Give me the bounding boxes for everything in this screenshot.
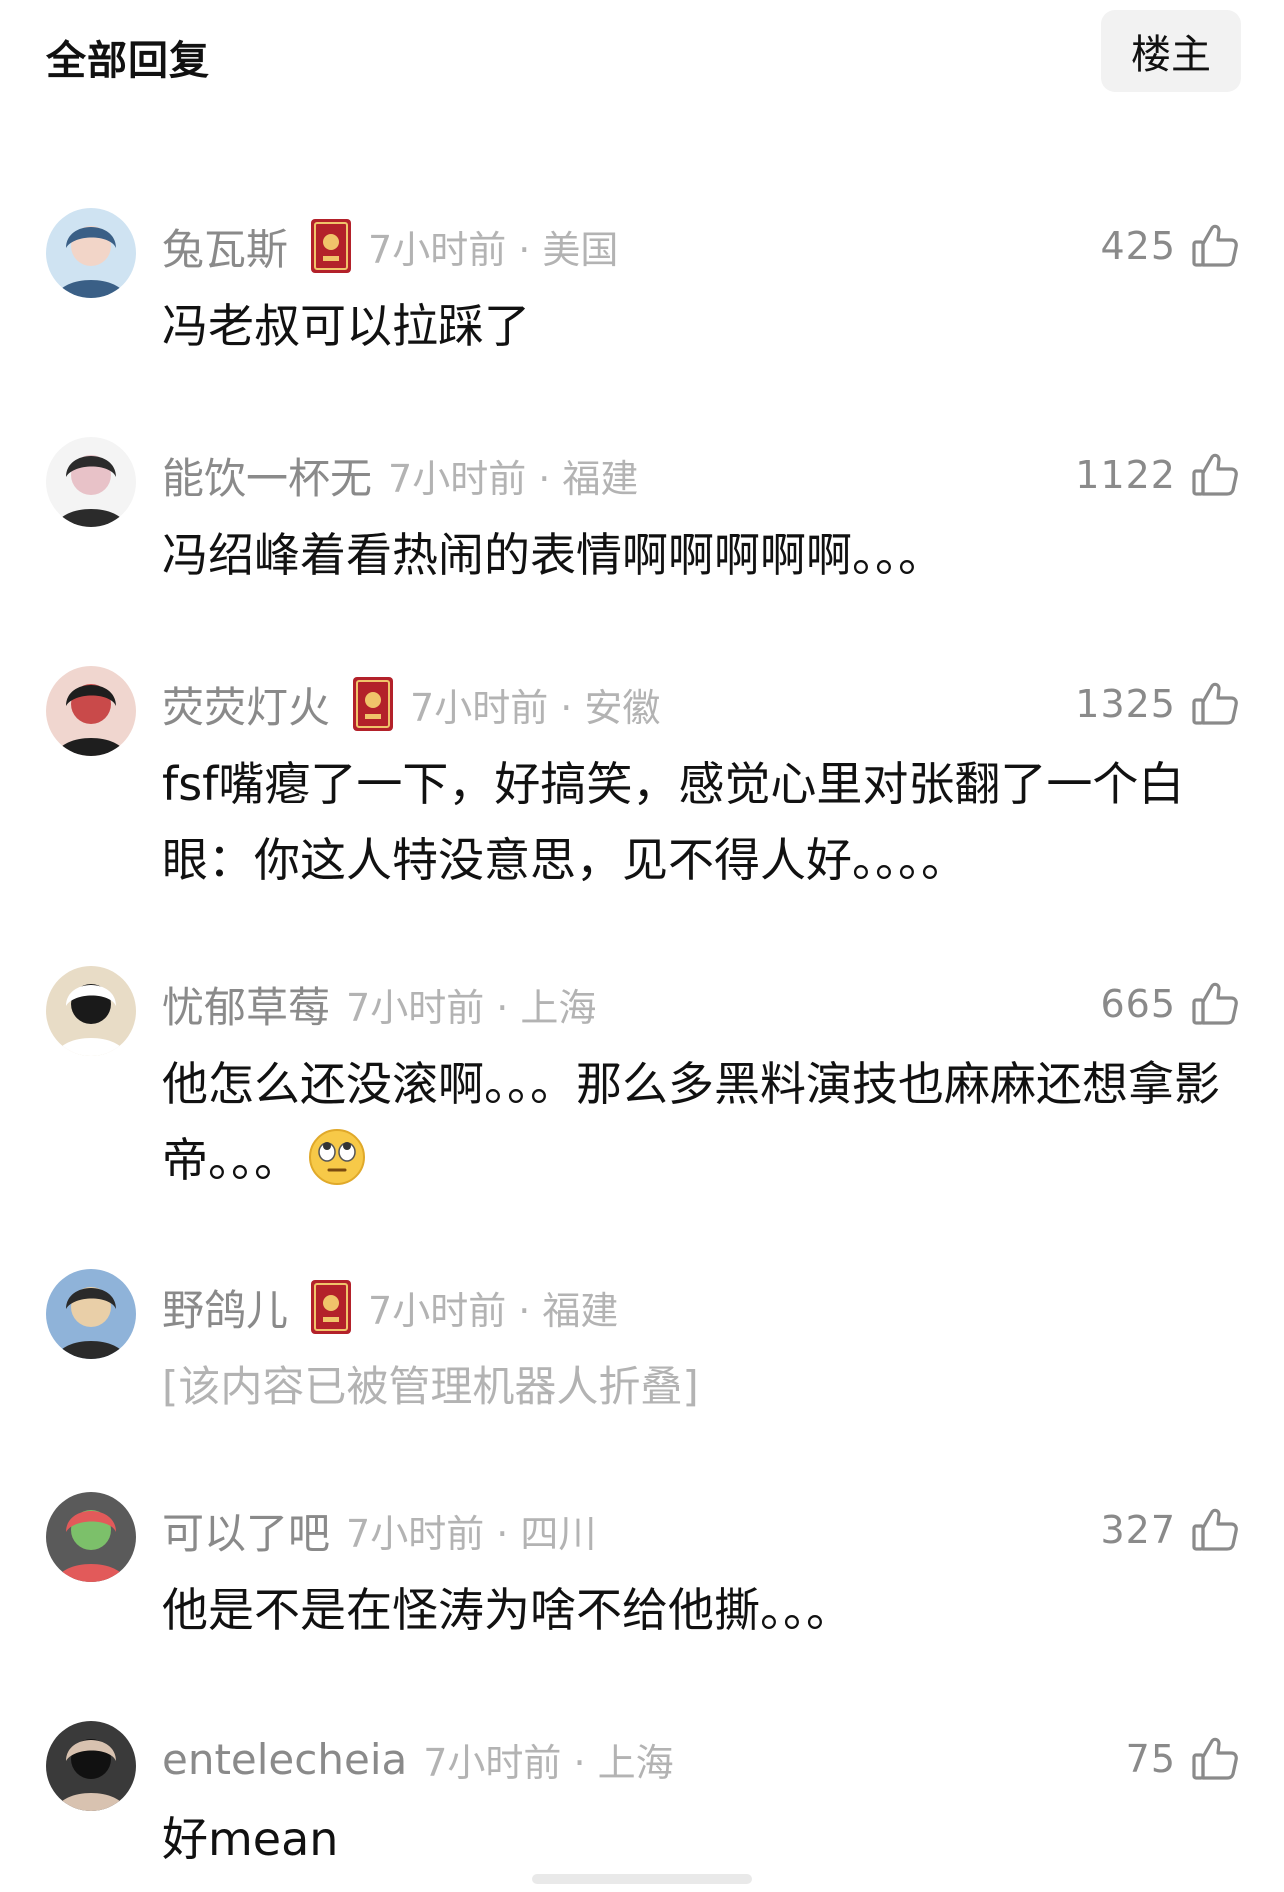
comment-text-content: 好mean: [162, 1812, 339, 1866]
comment-text: fsf嘴瘪了一下，好搞笑，感觉心里对张翻了一个白眼：你这人特没意思，见不得人好。…: [162, 746, 1222, 898]
like-button[interactable]: 1325: [1075, 674, 1240, 734]
comment-text-content: 他是不是在怪涛为啥不给他撕。。。: [162, 1583, 852, 1637]
red-envelope-badge-icon: [310, 218, 352, 274]
like-button[interactable]: 327: [1100, 1500, 1240, 1560]
comment-text-content: fsf嘴瘪了一下，好搞笑，感觉心里对张翻了一个白眼：你这人特没意思，见不得人好。…: [162, 757, 1185, 887]
thumbs-up-icon: [1190, 1734, 1240, 1784]
avatar[interactable]: [46, 1492, 136, 1582]
header: 全部回复 楼主: [0, 0, 1284, 110]
time-location: 7小时前 · 福建: [388, 456, 639, 501]
thumbs-up-icon: [1190, 679, 1240, 729]
home-indicator: [532, 1874, 752, 1884]
like-count: 1325: [1075, 682, 1176, 726]
all-replies-title: 全部回复: [46, 38, 210, 84]
username[interactable]: 可以了吧: [162, 1500, 330, 1561]
time-location: 7小时前 · 福建: [368, 1288, 619, 1333]
time-location: 7小时前 · 上海: [423, 1740, 674, 1785]
thumbs-up-icon: [1190, 450, 1240, 500]
avatar[interactable]: [46, 1269, 136, 1359]
avatar[interactable]: [46, 1721, 136, 1811]
avatar[interactable]: [46, 666, 136, 756]
like-count: 75: [1125, 1737, 1176, 1781]
comment-text: 他是不是在怪涛为啥不给他撕。。。: [162, 1572, 1222, 1648]
comment-text-content: 冯绍峰着看热闹的表情啊啊啊啊啊。。。: [162, 528, 944, 582]
avatar[interactable]: [46, 208, 136, 298]
red-envelope-badge-icon: [310, 1279, 352, 1335]
comment-text: 冯老叔可以拉踩了: [162, 288, 1222, 364]
comment-text: 好mean: [162, 1801, 1222, 1877]
like-count: 1122: [1075, 453, 1176, 497]
like-button[interactable]: 425: [1100, 216, 1240, 276]
username[interactable]: 野鸽儿: [162, 1277, 288, 1338]
thumbs-up-icon: [1190, 221, 1240, 271]
like-count: 665: [1100, 982, 1176, 1026]
op-only-button[interactable]: 楼主: [1101, 10, 1241, 92]
like-button[interactable]: 75: [1126, 1729, 1240, 1789]
comment-text-content: [该内容已被管理机器人折叠]: [162, 1362, 699, 1411]
like-count: 425: [1100, 224, 1176, 268]
like-button[interactable]: 665: [1100, 974, 1240, 1034]
red-envelope-badge-icon: [352, 676, 394, 732]
time-location: 7小时前 · 上海: [346, 985, 597, 1030]
username[interactable]: entelecheia: [162, 1735, 407, 1784]
username[interactable]: 能饮一杯无: [162, 445, 372, 506]
thumbs-up-icon: [1190, 979, 1240, 1029]
username[interactable]: 忧郁草莓: [162, 974, 330, 1035]
like-button[interactable]: 1122: [1075, 445, 1240, 505]
username[interactable]: 兔瓦斯: [162, 216, 288, 277]
time-location: 7小时前 · 四川: [346, 1511, 597, 1556]
like-count: 327: [1100, 1508, 1176, 1552]
comment-text: [该内容已被管理机器人折叠]: [162, 1349, 1222, 1425]
thumbs-up-icon: [1190, 1505, 1240, 1555]
username[interactable]: 荧荧灯火: [162, 674, 330, 735]
comment-text-content: 冯老叔可以拉踩了: [162, 299, 530, 353]
time-location: 7小时前 · 美国: [368, 227, 619, 272]
avatar[interactable]: [46, 437, 136, 527]
eye-roll-emoji-icon: [308, 1128, 366, 1186]
comment-text: 冯绍峰着看热闹的表情啊啊啊啊啊。。。: [162, 517, 1222, 593]
avatar[interactable]: [46, 966, 136, 1056]
time-location: 7小时前 · 安徽: [410, 685, 661, 730]
comment-text: 他怎么还没滚啊。。。那么多黑料演技也麻麻还想拿影帝。。。: [162, 1046, 1222, 1198]
